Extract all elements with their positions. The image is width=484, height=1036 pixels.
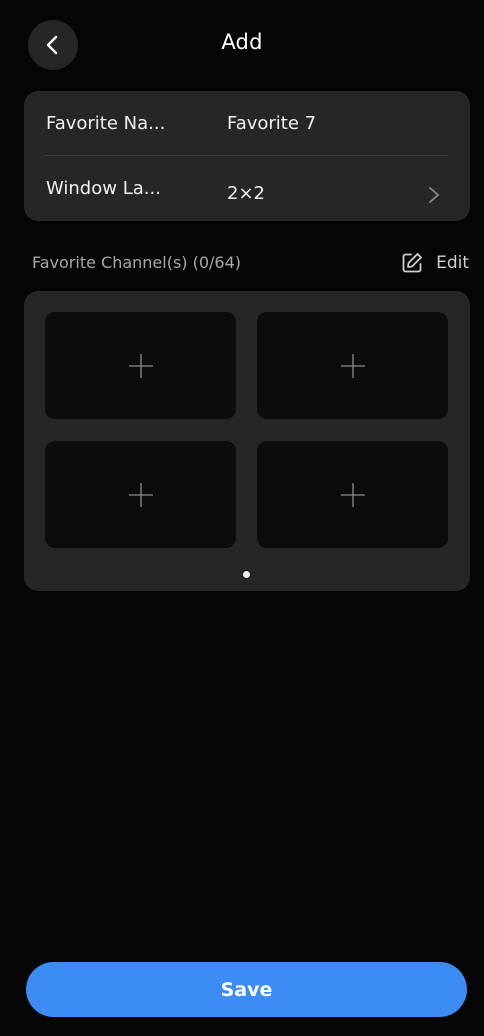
favorite-add-screen: Add Favorite Na... Favorite 7 Window La.… <box>0 0 484 1036</box>
favorite-name-row[interactable]: Favorite Na... Favorite 7 <box>24 91 470 155</box>
add-channel-slot[interactable] <box>45 312 236 419</box>
chevron-right-icon <box>429 187 439 203</box>
plus-icon <box>128 482 153 507</box>
page-indicator-dot <box>243 571 250 578</box>
channel-grid <box>24 291 470 591</box>
window-layout-value: 2×2 <box>227 183 265 204</box>
save-button[interactable]: Save <box>26 962 467 1017</box>
add-channel-slot[interactable] <box>45 441 236 548</box>
favorite-settings-card: Favorite Na... Favorite 7 Window La... 2… <box>24 91 470 221</box>
favorite-channels-title: Favorite Channel(s) (0/64) <box>32 253 242 272</box>
window-layout-row[interactable]: Window La... 2×2 <box>24 156 470 220</box>
window-layout-label: Window La... <box>46 178 161 199</box>
page-title: Add <box>221 30 263 54</box>
plus-icon <box>128 353 153 378</box>
favorite-name-label: Favorite Na... <box>46 113 166 134</box>
edit-button[interactable]: Edit <box>400 251 469 275</box>
add-channel-slot[interactable] <box>257 441 448 548</box>
plus-icon <box>340 353 365 378</box>
favorite-channels-header: Favorite Channel(s) (0/64) Edit <box>32 251 472 277</box>
favorite-name-value[interactable]: Favorite 7 <box>227 113 316 134</box>
header: Add <box>0 0 484 92</box>
add-channel-slot[interactable] <box>257 312 448 419</box>
edit-label: Edit <box>436 253 469 273</box>
plus-icon <box>340 482 365 507</box>
edit-icon <box>402 253 422 273</box>
